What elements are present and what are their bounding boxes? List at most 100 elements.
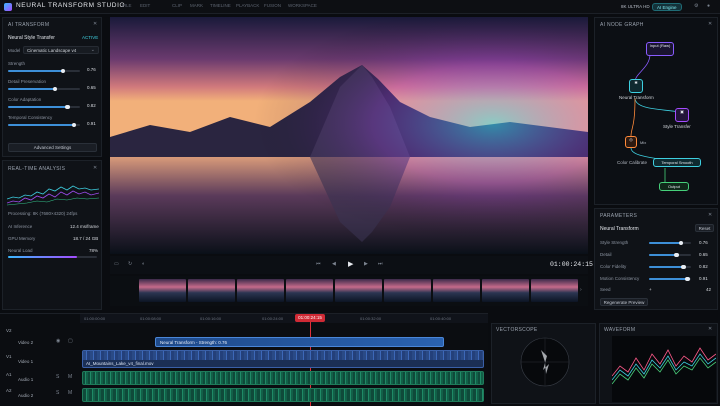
- parameter-slider[interactable]: [649, 240, 691, 245]
- thumbnail[interactable]: [433, 279, 480, 302]
- model-select[interactable]: Cinematic Landscape v4 ⌄: [23, 46, 99, 54]
- viewer-timecode: 01:00:24:15: [550, 261, 593, 268]
- lock-icon[interactable]: ▢: [68, 338, 73, 344]
- mix-node-icon[interactable]: ◎: [625, 136, 637, 148]
- reset-button[interactable]: Reset: [695, 224, 714, 232]
- ruler-mark: 01:00:24:00: [262, 316, 284, 321]
- audio-clip-2[interactable]: [82, 388, 484, 402]
- menu-playback[interactable]: PLAYBACK: [236, 3, 259, 8]
- track-v1-name: Video 1: [18, 359, 34, 364]
- solo-icon[interactable]: S: [56, 390, 59, 396]
- node-graph-panel: AI NODE GRAPH ✕ Input (Raw) ✱ Neural Tra…: [594, 17, 718, 205]
- parameter-value: 0.82: [699, 264, 708, 269]
- eye-icon[interactable]: ◉: [56, 338, 60, 344]
- parameter-value: 0.76: [699, 240, 708, 245]
- parameter-slider[interactable]: [649, 264, 691, 269]
- thumbnail[interactable]: [188, 279, 235, 302]
- menu-fusion[interactable]: FUSION: [264, 3, 281, 8]
- param-label: Color Adaptation: [8, 97, 42, 102]
- param-slider[interactable]: [8, 86, 80, 91]
- close-icon[interactable]: ✕: [93, 165, 97, 171]
- ai-engine-toggle[interactable]: AI Engine: [652, 3, 682, 11]
- waveform-title: WAVEFORM: [604, 327, 636, 333]
- step-forward-icon[interactable]: ▶: [364, 261, 368, 267]
- play-icon[interactable]: ▶: [348, 260, 353, 268]
- advanced-settings-button[interactable]: Advanced Settings: [8, 143, 97, 152]
- skip-forward-icon[interactable]: ⏭: [378, 261, 383, 267]
- step-back-icon[interactable]: ◀: [332, 261, 336, 267]
- node-input-label: Input (Raw): [649, 43, 671, 48]
- model-value: Cinematic Landscape v4: [27, 48, 77, 53]
- transport-bar: ▭ ↻ ◐ ⏮ ◀ ▶ ▶ ⏭ 01:00:24:15: [110, 256, 593, 274]
- mute-icon[interactable]: M: [68, 374, 72, 380]
- thumbnail[interactable]: [335, 279, 382, 302]
- menu-mark[interactable]: MARK: [190, 3, 203, 8]
- settings-icon[interactable]: ⚙: [694, 3, 698, 9]
- chevron-right-icon[interactable]: ›: [580, 287, 582, 293]
- node-style-label: Style Transfer: [663, 124, 691, 129]
- thumbnail[interactable]: [531, 279, 578, 302]
- gpu-memory-label: GPU Memory: [8, 236, 36, 241]
- audio-clip-1[interactable]: [82, 371, 484, 385]
- neural-node-icon[interactable]: ✱: [629, 79, 643, 93]
- parameter-slider[interactable]: [649, 252, 691, 257]
- node-mix-label: Mix: [640, 140, 647, 145]
- chevron-down-icon: ⌄: [90, 47, 95, 53]
- thumbnail[interactable]: [139, 279, 186, 302]
- ruler-mark: 01:00:08:00: [140, 316, 162, 321]
- timeline-panel: 01:00:00:00 01:00:08:00 01:00:16:00 01:0…: [0, 313, 488, 406]
- video-clip[interactable]: AI_Mountains_Lake_v4_final.mov: [82, 350, 484, 368]
- parameter-label: Motion Consistency: [600, 276, 640, 281]
- loop-icon[interactable]: ↻: [128, 261, 132, 267]
- thumbnail[interactable]: [237, 279, 284, 302]
- video-clip-waveform: [83, 351, 483, 360]
- seed-label: Seed: [600, 287, 611, 292]
- user-icon[interactable]: ●: [707, 3, 710, 9]
- node-temporal-label: Temporal Smooth: [661, 160, 693, 165]
- menu-file[interactable]: FILE: [122, 3, 132, 8]
- model-label: Model: [8, 48, 21, 53]
- node-output[interactable]: Output: [659, 182, 689, 191]
- playhead-timecode[interactable]: 01:00:24:15: [295, 314, 325, 322]
- close-icon[interactable]: ✕: [93, 21, 97, 27]
- fit-icon[interactable]: ▭: [114, 261, 119, 267]
- close-icon[interactable]: ✕: [708, 212, 712, 218]
- ai-transform-title: AI TRANSFORM: [8, 22, 50, 28]
- analysis-graph: [7, 185, 99, 206]
- param-value: 0.76: [87, 67, 96, 72]
- seed-value[interactable]: 42: [706, 287, 711, 292]
- seed-stepper[interactable]: +: [649, 287, 652, 292]
- mute-icon[interactable]: M: [68, 390, 72, 396]
- ruler-mark: 01:00:16:00: [200, 316, 222, 321]
- menu-workspace[interactable]: WORKSPACE: [288, 3, 317, 8]
- audio-icon[interactable]: ◐: [142, 261, 145, 267]
- parameter-slider[interactable]: [649, 276, 691, 281]
- vectorscope-panel: VECTORSCOPE: [491, 323, 596, 404]
- close-icon[interactable]: ✕: [708, 326, 712, 332]
- waveform-panel: WAVEFORM ✕: [599, 323, 718, 404]
- parameter-value: 0.65: [699, 252, 708, 257]
- video-viewer[interactable]: [110, 17, 588, 254]
- menu-edit[interactable]: EDIT: [140, 3, 150, 8]
- fx-clip-label: Neural Transform - Strength: 0.76: [160, 340, 228, 345]
- param-slider[interactable]: [8, 122, 80, 127]
- param-slider[interactable]: [8, 68, 80, 73]
- regenerate-preview-button[interactable]: Regenerate Preview: [600, 298, 648, 306]
- processing-text: Processing: 8K (7680×4320) 24fps: [8, 211, 78, 216]
- menu-clip[interactable]: CLIP: [172, 3, 182, 8]
- track-a2-name: Audio 2: [18, 393, 34, 398]
- ai-inference-value: 12.4 ms/frame: [70, 224, 99, 229]
- node-temporal[interactable]: Temporal Smooth: [653, 158, 701, 167]
- neural-load-label: Neural Load: [8, 248, 33, 253]
- solo-icon[interactable]: S: [56, 374, 59, 380]
- thumbnail[interactable]: [482, 279, 529, 302]
- style-node-icon[interactable]: ▣: [675, 108, 689, 122]
- thumbnail[interactable]: [286, 279, 333, 302]
- skip-back-icon[interactable]: ⏮: [316, 261, 321, 267]
- menu-timeline[interactable]: TIMELINE: [210, 3, 231, 8]
- node-input[interactable]: Input (Raw): [646, 42, 674, 56]
- param-value: 0.91: [87, 121, 96, 126]
- thumbnail[interactable]: [384, 279, 431, 302]
- param-slider[interactable]: [8, 104, 80, 109]
- fx-clip[interactable]: Neural Transform - Strength: 0.76: [155, 337, 444, 347]
